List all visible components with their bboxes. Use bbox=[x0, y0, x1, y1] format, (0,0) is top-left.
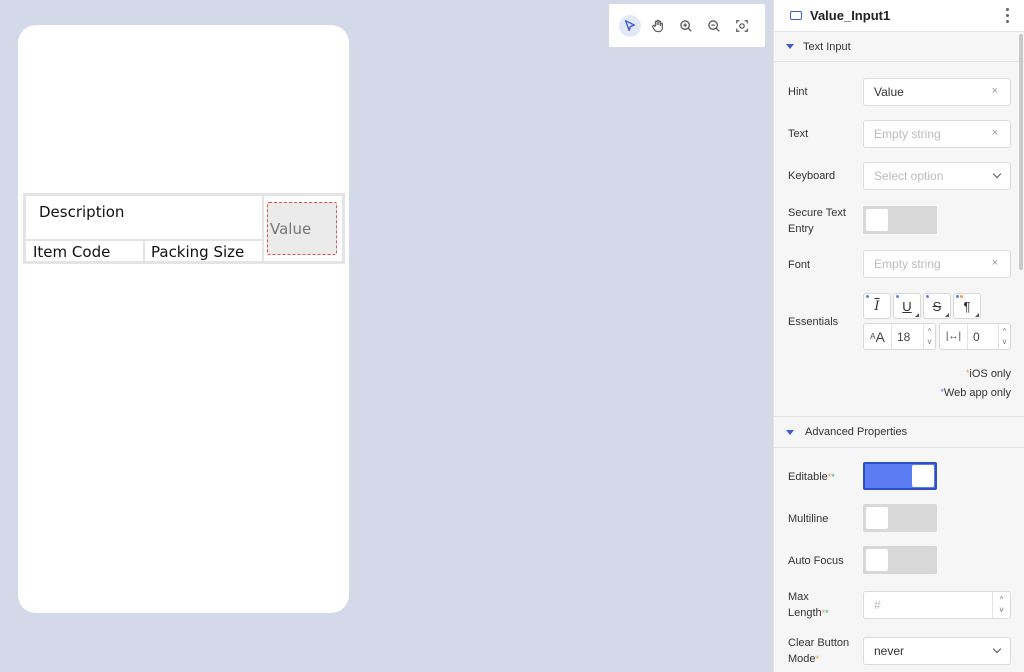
dropdown-corner-icon bbox=[975, 313, 979, 317]
component-name[interactable]: Value_Input1 bbox=[810, 8, 890, 23]
web-dot-icon bbox=[896, 295, 899, 298]
section-advanced-properties[interactable]: Advanced Properties bbox=[774, 416, 1024, 448]
font-size-stepper[interactable]: AA 18 ^ v bbox=[863, 323, 936, 350]
clear-button-mode-value: never bbox=[874, 644, 905, 658]
font-size-icon: AA bbox=[864, 324, 892, 349]
toggle-knob bbox=[866, 507, 888, 529]
auto-focus-label: Auto Focus bbox=[788, 555, 844, 567]
section-text-input[interactable]: Text Input bbox=[774, 32, 1024, 62]
secure-text-entry-toggle[interactable] bbox=[863, 206, 937, 234]
strikethrough-icon: S bbox=[932, 298, 942, 314]
collapse-triangle-icon bbox=[786, 429, 794, 435]
toggle-knob bbox=[866, 209, 888, 231]
layout-table: Description Item Code Packing Size Value bbox=[23, 193, 345, 264]
text-field[interactable]: Empty string × bbox=[863, 120, 1011, 148]
packing-size-cell[interactable]: Packing Size bbox=[145, 241, 262, 261]
chevron-down-icon bbox=[992, 169, 1002, 179]
font-label: Font bbox=[788, 259, 811, 271]
web-dot-icon bbox=[926, 295, 929, 298]
italic-icon: I bbox=[874, 298, 880, 314]
zoom-in-icon[interactable] bbox=[675, 15, 697, 37]
letter-spacing-value[interactable]: 0 bbox=[973, 330, 980, 344]
canvas-toolbar bbox=[609, 4, 765, 47]
max-length-placeholder: # bbox=[874, 598, 881, 612]
value-cell: Value bbox=[264, 196, 342, 261]
web-only-note: *Web app only bbox=[940, 387, 1011, 399]
font-placeholder: Empty string bbox=[874, 257, 941, 271]
multiline-toggle[interactable] bbox=[863, 504, 937, 532]
letter-spacing-arrows[interactable]: ^ v bbox=[998, 324, 1010, 349]
more-options-icon[interactable] bbox=[1006, 8, 1010, 23]
letter-spacing-stepper[interactable]: |↔| 0 ^ v bbox=[939, 323, 1011, 350]
toggle-knob bbox=[912, 465, 934, 487]
ios-dot-icon bbox=[960, 295, 963, 298]
clear-font-icon[interactable]: × bbox=[992, 257, 998, 269]
underline-button[interactable]: U bbox=[893, 293, 921, 319]
editable-label: Editable** bbox=[788, 471, 835, 483]
device-canvas bbox=[18, 25, 349, 613]
web-dot-icon bbox=[956, 295, 959, 298]
fit-screen-icon[interactable] bbox=[731, 15, 753, 37]
italic-button[interactable]: I bbox=[863, 293, 891, 319]
dropdown-corner-icon bbox=[945, 313, 949, 317]
web-dot-icon bbox=[866, 295, 869, 298]
letter-spacing-icon: |↔| bbox=[940, 324, 968, 349]
secure-text-entry-label: Secure Text Entry bbox=[788, 207, 846, 235]
multiline-label: Multiline bbox=[788, 513, 829, 525]
keyboard-select[interactable]: Select option bbox=[863, 162, 1011, 190]
text-input-component-icon bbox=[790, 11, 802, 20]
panel-header: Value_Input1 bbox=[774, 0, 1024, 32]
text-placeholder: Empty string bbox=[874, 127, 941, 141]
editable-toggle[interactable] bbox=[863, 462, 937, 490]
properties-panel: Value_Input1 Text Input Hint Value × Tex… bbox=[773, 0, 1024, 672]
max-length-field[interactable]: # ^ v bbox=[863, 591, 1011, 619]
auto-focus-toggle[interactable] bbox=[863, 546, 937, 574]
max-length-label: Max Length** bbox=[788, 591, 829, 619]
clear-button-mode-select[interactable]: never bbox=[863, 637, 1011, 665]
hint-value: Value bbox=[874, 85, 904, 99]
value-input-selected[interactable]: Value bbox=[267, 202, 337, 255]
section-text-input-label: Text Input bbox=[803, 40, 851, 53]
max-length-arrows[interactable]: ^ v bbox=[992, 592, 1010, 618]
hint-label: Hint bbox=[788, 86, 808, 98]
underline-icon: U bbox=[902, 298, 912, 314]
font-size-arrows[interactable]: ^ v bbox=[923, 324, 935, 349]
zoom-out-icon[interactable] bbox=[703, 15, 725, 37]
font-size-value[interactable]: 18 bbox=[897, 330, 910, 344]
hand-pan-icon[interactable] bbox=[647, 15, 669, 37]
section-advanced-label: Advanced Properties bbox=[805, 426, 908, 438]
toggle-knob bbox=[866, 549, 888, 571]
clear-text-icon[interactable]: × bbox=[992, 127, 998, 139]
keyboard-label: Keyboard bbox=[788, 170, 836, 182]
dropdown-corner-icon bbox=[915, 313, 919, 317]
select-pointer-icon[interactable] bbox=[619, 14, 641, 37]
keyboard-placeholder: Select option bbox=[874, 169, 944, 183]
clear-button-mode-label: Clear Button Mode* bbox=[788, 637, 850, 665]
hint-field[interactable]: Value × bbox=[863, 78, 1011, 106]
panel-scrollbar[interactable] bbox=[1019, 34, 1023, 270]
description-cell[interactable]: Description bbox=[26, 196, 262, 239]
chevron-down-icon bbox=[992, 644, 1002, 654]
paragraph-icon: ¶ bbox=[963, 298, 971, 314]
essentials-label: Essentials bbox=[788, 316, 839, 328]
strikethrough-button[interactable]: S bbox=[923, 293, 951, 319]
item-code-cell[interactable]: Item Code bbox=[26, 241, 143, 261]
font-field[interactable]: Empty string × bbox=[863, 250, 1011, 278]
text-label: Text bbox=[788, 128, 809, 140]
paragraph-button[interactable]: ¶ bbox=[953, 293, 981, 319]
ios-only-note: *iOS only bbox=[965, 368, 1011, 380]
clear-hint-icon[interactable]: × bbox=[992, 85, 998, 97]
collapse-triangle-icon bbox=[786, 44, 794, 49]
